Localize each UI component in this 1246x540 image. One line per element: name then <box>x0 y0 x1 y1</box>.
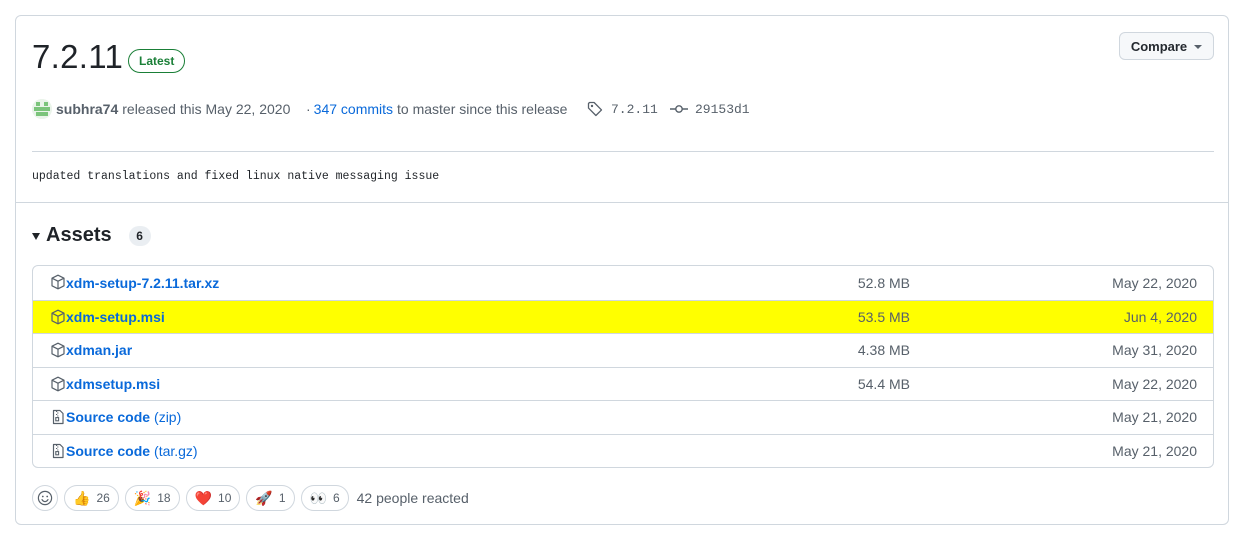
asset-row: xdm-setup.msi 53.5 MB Jun 4, 2020 <box>33 299 1213 333</box>
released-date-text: released this May 22, 2020 <box>122 101 291 117</box>
asset-link[interactable]: xdm-setup.msi <box>66 309 165 325</box>
thumbs-up-icon: 👍 <box>73 490 91 506</box>
divider <box>32 151 1214 152</box>
file-zip-icon <box>50 443 66 459</box>
reaction-heart-button[interactable]: ❤️ 10 <box>185 485 241 511</box>
reaction-rocket-button[interactable]: 🚀 1 <box>246 485 295 511</box>
asset-row: xdman.jar 4.38 MB May 31, 2020 <box>33 333 1213 367</box>
asset-link[interactable]: xdm-setup-7.2.11.tar.xz <box>66 275 219 291</box>
asset-date: May 22, 2020 <box>1112 274 1197 291</box>
asset-size: 53.5 MB <box>857 308 910 325</box>
release-notes: updated translations and fixed linux nat… <box>32 170 440 183</box>
assets-count-badge: 6 <box>128 225 151 246</box>
add-reaction-button[interactable] <box>32 485 58 511</box>
compare-button[interactable]: Compare <box>1119 32 1214 60</box>
eyes-icon: 👀 <box>309 490 327 506</box>
asset-name: xdm-setup-7.2.11.tar.xz <box>66 274 220 291</box>
asset-name: xdm-setup.msi <box>66 308 165 325</box>
reaction-count: 10 <box>218 491 232 505</box>
tag-info[interactable]: 7.2.11 <box>587 98 658 120</box>
heart-icon: ❤️ <box>194 490 213 506</box>
commits-suffix: to master since this release <box>397 101 568 117</box>
package-icon <box>50 309 66 325</box>
reaction-count: 6 <box>332 491 340 505</box>
asset-date: May 21, 2020 <box>1112 409 1197 426</box>
rocket-icon: 🚀 <box>255 490 273 506</box>
tag-label: 7.2.11 <box>611 101 658 117</box>
reaction-eyes-button[interactable]: 👀 6 <box>300 485 349 511</box>
triangle-down-icon <box>32 233 40 240</box>
divider <box>16 202 1229 203</box>
package-icon <box>50 342 66 358</box>
asset-date: Jun 4, 2020 <box>1123 308 1197 325</box>
asset-link[interactable]: xdman.jar <box>66 342 132 358</box>
commits-separator: · <box>306 101 311 117</box>
avatar[interactable] <box>32 99 52 119</box>
author-link[interactable]: subhra74 <box>56 101 118 117</box>
reaction-count: 18 <box>157 491 171 505</box>
reaction-thumbs-up-button[interactable]: 👍 26 <box>64 485 119 511</box>
asset-link[interactable]: xdmsetup.msi <box>66 376 160 392</box>
commit-info[interactable]: 29153d1 <box>670 98 750 120</box>
asset-row: xdmsetup.msi 54.4 MB May 22, 2020 <box>33 366 1213 401</box>
asset-name: Source code <box>66 409 151 426</box>
asset-format: (tar.gz) <box>154 442 198 459</box>
reactions-bar: 👍 26 🎉 18 ❤️ 10 🚀 1 👀 6 42 people reacted <box>32 485 469 511</box>
chevron-down-icon <box>1194 44 1203 49</box>
asset-format: (zip) <box>154 409 182 426</box>
asset-date: May 31, 2020 <box>1112 342 1197 359</box>
asset-date: May 21, 2020 <box>1112 442 1197 459</box>
release-version-title[interactable]: 7.2.11 <box>32 38 123 76</box>
assets-table: xdm-setup-7.2.11.tar.xz 52.8 MB May 22, 20… <box>32 265 1214 468</box>
asset-row: Source code (zip) May 21, 2020 <box>33 400 1213 434</box>
commit-hash: 29153d1 <box>695 101 750 117</box>
asset-size: 4.38 MB <box>857 342 910 359</box>
reaction-count: 26 <box>96 491 110 505</box>
asset-row: Source code (tar.gz) May 21, 2020 <box>33 433 1213 468</box>
reaction-count: 1 <box>278 491 286 505</box>
asset-size: 52.8 MB <box>857 274 910 291</box>
asset-name: xdman.jar <box>66 342 133 359</box>
release-author-line: subhra74 released this May 22, 2020 <box>32 98 290 120</box>
hooray-icon: 🎉 <box>133 490 152 506</box>
asset-row: xdm-setup-7.2.11.tar.xz 52.8 MB May 22, 20… <box>33 266 1213 300</box>
file-zip-icon <box>50 409 66 425</box>
assets-title: Assets <box>46 224 112 246</box>
reactions-summary: 42 people reacted <box>356 490 469 506</box>
asset-link[interactable]: Source code (zip) <box>66 409 181 425</box>
asset-size: 54.4 MB <box>857 375 910 392</box>
package-icon <box>50 376 66 392</box>
asset-name: xdmsetup.msi <box>66 375 161 392</box>
commit-icon <box>670 105 688 113</box>
compare-label: Compare <box>1130 38 1188 54</box>
smiley-icon <box>37 490 53 506</box>
commits-info: · 347 commits to master since this relea… <box>306 98 567 120</box>
package-icon <box>50 274 66 290</box>
latest-badge: Latest <box>128 49 186 73</box>
reaction-hooray-button[interactable]: 🎉 18 <box>124 485 180 511</box>
tag-icon <box>587 101 603 117</box>
assets-toggle[interactable]: Assets 6 <box>32 224 151 247</box>
commits-link[interactable]: 347 commits <box>314 101 393 117</box>
asset-date: May 22, 2020 <box>1112 375 1197 392</box>
asset-link[interactable]: Source code (tar.gz) <box>66 443 198 459</box>
asset-name: Source code <box>66 442 151 459</box>
